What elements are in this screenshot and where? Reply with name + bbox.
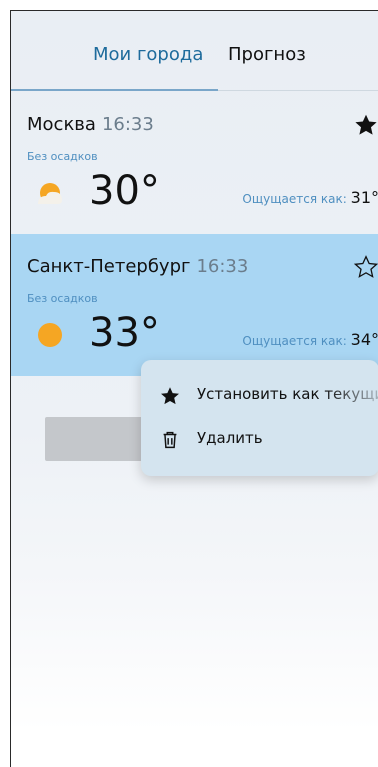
sun-icon: [35, 322, 65, 348]
delete-label: Удалить: [197, 429, 263, 447]
feels-like-value: 31°: [350, 188, 378, 207]
feels-like-value: 34°: [350, 330, 378, 349]
city-name-label: Санкт-Петербург: [27, 256, 191, 277]
city-name: Санкт-Петербург 16:33: [27, 256, 248, 277]
delete-menu-item[interactable]: Удалить: [141, 418, 378, 462]
city-local-time: 16:33: [196, 256, 249, 277]
precipitation-status: Без осадков: [27, 150, 98, 163]
star-outline-icon: [353, 255, 378, 278]
precipitation-status: Без осадков: [27, 292, 98, 305]
city-name-label: Москва: [27, 114, 96, 135]
star-icon: [159, 385, 181, 407]
feels-like-label: Ощущается как:: [242, 334, 347, 348]
set-as-current-menu-item[interactable]: Установить как текущий: [141, 374, 378, 418]
temperature: 33°: [89, 310, 160, 356]
favorite-star-button[interactable]: [353, 112, 378, 138]
tab-bar: Мои города Прогноз: [11, 11, 378, 91]
city-local-time: 16:33: [101, 114, 154, 135]
partly-cloudy-sun-icon: [35, 180, 65, 206]
set-as-current-label: Установить как текущий: [197, 385, 378, 403]
city-card-saint-petersburg[interactable]: Санкт-Петербург 16:33 Без осадков 33° Ощу…: [11, 234, 378, 376]
tab-forecast[interactable]: Прогноз: [228, 44, 306, 65]
feels-like: Ощущается как: 31°: [242, 188, 378, 207]
feels-like: Ощущается как: 34°: [242, 330, 378, 349]
active-tab-indicator: [11, 89, 218, 91]
temperature: 30°: [89, 168, 160, 214]
tab-my-cities[interactable]: Мои города: [93, 44, 203, 65]
city-card-moscow[interactable]: Москва 16:33 Без осадков 30° Ощущается ка…: [11, 92, 378, 234]
favorite-star-button[interactable]: [353, 254, 378, 280]
feels-like-label: Ощущается как:: [242, 192, 347, 206]
app-screen: Мои города Прогноз Москва 16:33 Без осадк…: [10, 10, 378, 767]
city-name: Москва 16:33: [27, 114, 154, 135]
tab-divider: [218, 90, 378, 91]
context-menu: Установить как текущий Удалить: [141, 360, 378, 476]
trash-icon: [159, 429, 181, 451]
star-filled-icon: [355, 114, 377, 135]
